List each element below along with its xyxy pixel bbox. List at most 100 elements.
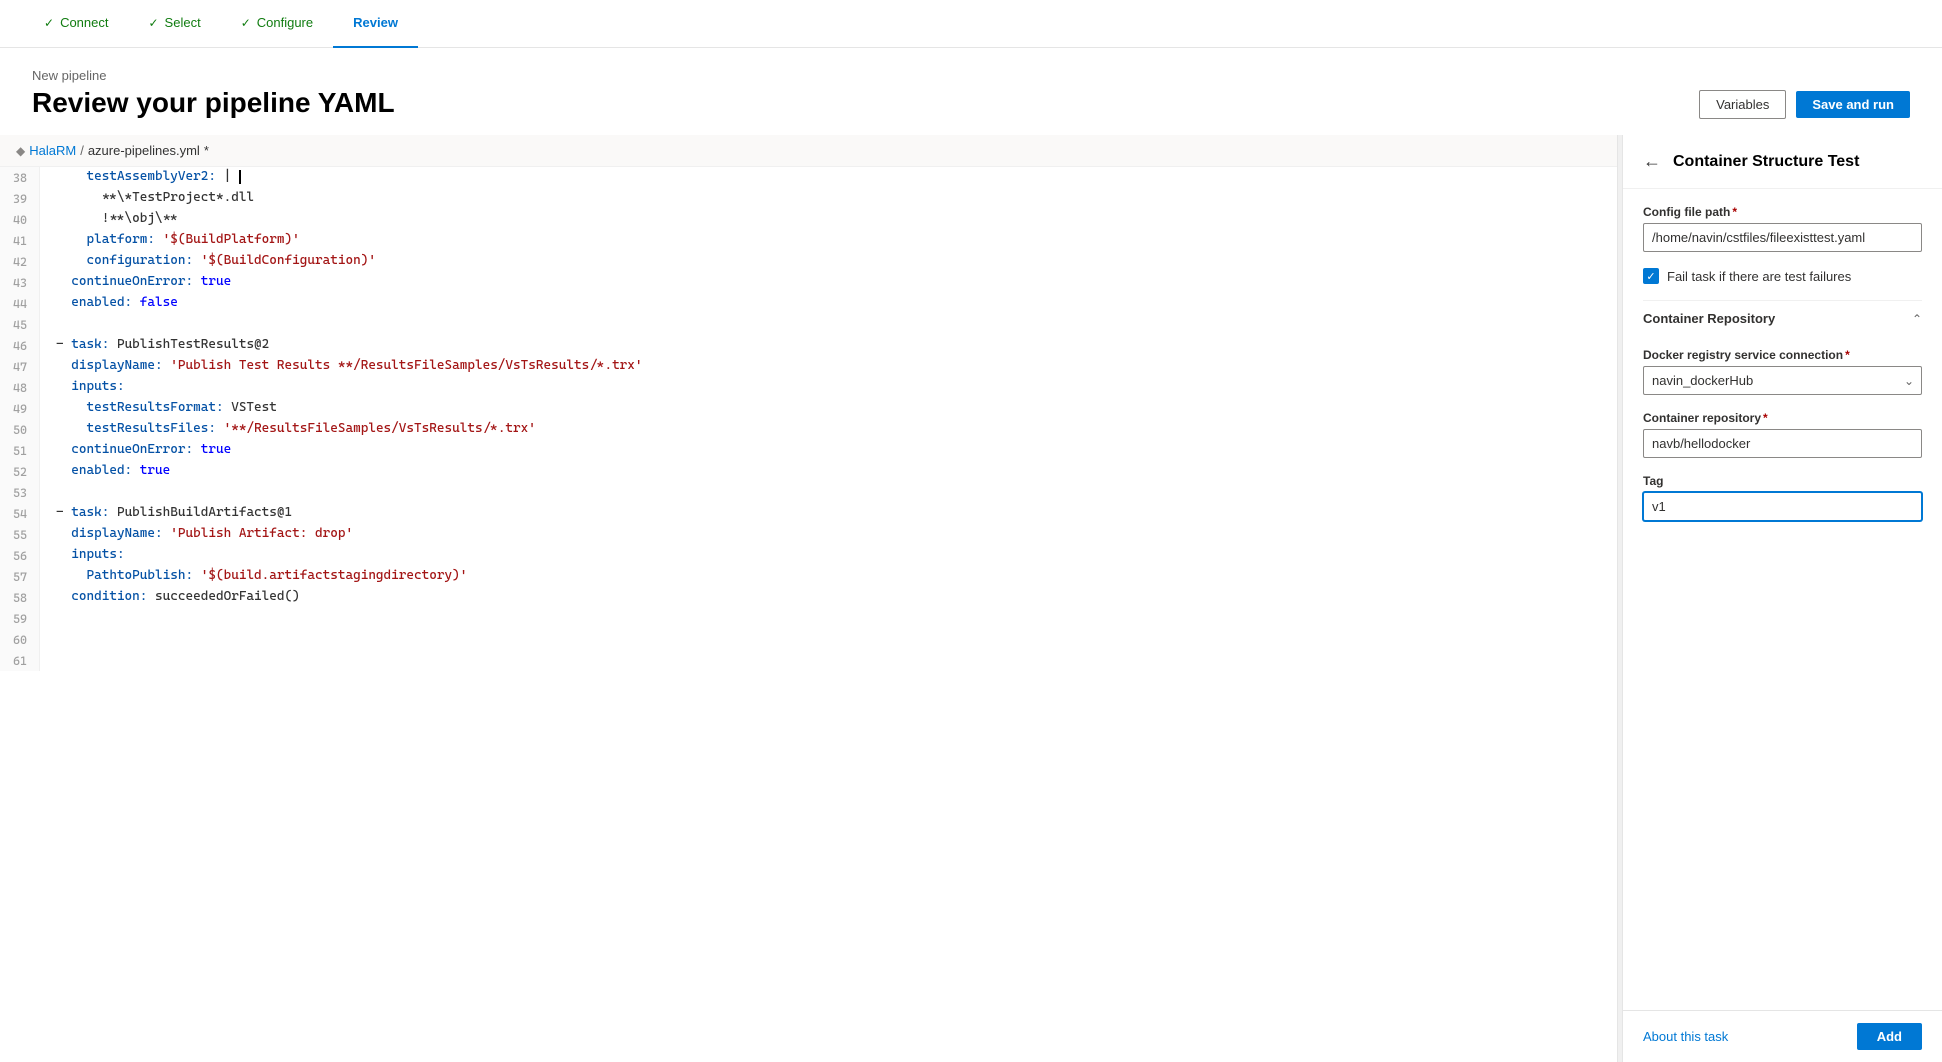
line-content: - task: PublishTestResults@2 [40,335,1617,356]
docker-registry-select-wrapper: navin_dockerHub ⌄ [1643,366,1922,395]
line-content: testResultsFiles: '**/ResultsFileSamples… [40,419,1617,440]
line-content: condition: succeededOrFailed() [40,587,1617,608]
nav-step-configure[interactable]: ✓ Configure [221,0,333,48]
code-editor[interactable]: 38 testAssemblyVer2: | 39 **\*TestProjec… [0,167,1617,1062]
nav-step-select[interactable]: ✓ Select [128,0,220,48]
line-content: testResultsFormat: VSTest [40,398,1617,419]
code-line: 52 enabled: true [0,461,1617,482]
line-number: 59 [0,608,40,629]
config-file-path-input[interactable] [1643,223,1922,252]
line-number: 51 [0,440,40,461]
add-button[interactable]: Add [1857,1023,1922,1050]
line-content: **\*TestProject*.dll [40,188,1617,209]
line-content: - task: PublishBuildArtifacts@1 [40,503,1617,524]
page-header: New pipeline Review your pipeline YAML V… [0,48,1942,135]
nav-step-connect[interactable]: ✓ Connect [24,0,128,48]
code-line: 40 !**\obj\** [0,209,1617,230]
container-repository-group: Container repository* [1643,411,1922,458]
line-number: 61 [0,650,40,671]
code-line: 58 condition: succeededOrFailed() [0,587,1617,608]
line-number: 40 [0,209,40,230]
container-repository-section[interactable]: Container Repository ⌃ [1643,300,1922,336]
breadcrumb-file: azure-pipelines.yml [88,143,200,158]
line-content [40,629,1617,650]
page-header-left: New pipeline Review your pipeline YAML [32,68,395,119]
code-line: 38 testAssemblyVer2: | [0,167,1617,188]
breadcrumb-org[interactable]: HalaRM [29,143,76,158]
line-content: enabled: true [40,461,1617,482]
config-file-path-label: Config file path* [1643,205,1922,219]
line-content: displayName: 'Publish Artifact: drop' [40,524,1617,545]
code-line: 50 testResultsFiles: '**/ResultsFileSamp… [0,419,1617,440]
container-repository-input[interactable] [1643,429,1922,458]
check-icon: ✓ [44,16,54,30]
line-number: 48 [0,377,40,398]
code-area: ◆ HalaRM / azure-pipelines.yml * 38 test… [0,135,1618,1062]
code-line: 49 testResultsFormat: VSTest [0,398,1617,419]
variables-button[interactable]: Variables [1699,90,1786,119]
nav-step-select-label: Select [165,15,201,30]
code-line: 51 continueOnError: true [0,440,1617,461]
nav-step-review-label: Review [353,15,398,30]
header-actions: Variables Save and run [1699,90,1910,119]
about-task-link[interactable]: About this task [1643,1029,1728,1044]
line-number: 42 [0,251,40,272]
line-content: !**\obj\** [40,209,1617,230]
code-line: 53 [0,482,1617,503]
container-repository-section-title: Container Repository [1643,311,1775,326]
line-number: 56 [0,545,40,566]
nav-step-connect-label: Connect [60,15,108,30]
line-number: 54 [0,503,40,524]
save-and-run-button[interactable]: Save and run [1796,91,1910,118]
line-content: continueOnError: true [40,440,1617,461]
page-subtitle: New pipeline [32,68,395,83]
code-line: 42 configuration: '$(BuildConfiguration)… [0,251,1617,272]
line-number: 60 [0,629,40,650]
line-content: displayName: 'Publish Test Results **/Re… [40,356,1617,377]
panel-header: ← Container Structure Test [1623,135,1942,189]
code-line: 61 [0,650,1617,671]
tag-input[interactable] [1643,492,1922,521]
top-navigation: ✓ Connect ✓ Select ✓ Configure Review [0,0,1942,48]
line-content [40,314,1617,335]
back-button[interactable]: ← [1643,151,1661,172]
line-number: 47 [0,356,40,377]
line-number: 58 [0,587,40,608]
line-number: 39 [0,188,40,209]
line-content [40,650,1617,671]
container-repository-label: Container repository* [1643,411,1922,425]
code-line: 54- task: PublishBuildArtifacts@1 [0,503,1617,524]
code-line: 55 displayName: 'Publish Artifact: drop' [0,524,1617,545]
code-line: 41 platform: '$(BuildPlatform)' [0,230,1617,251]
line-number: 44 [0,293,40,314]
nav-step-review[interactable]: Review [333,0,418,48]
line-number: 45 [0,314,40,335]
breadcrumb: ◆ HalaRM / azure-pipelines.yml * [0,135,1617,167]
breadcrumb-modified: * [204,143,209,158]
line-content [40,482,1617,503]
config-file-path-group: Config file path* [1643,205,1922,252]
line-number: 55 [0,524,40,545]
line-number: 46 [0,335,40,356]
code-line: 48 inputs: [0,377,1617,398]
code-line: 44 enabled: false [0,293,1617,314]
docker-registry-select[interactable]: navin_dockerHub [1643,366,1922,395]
code-line: 60 [0,629,1617,650]
diamond-icon: ◆ [16,144,25,158]
breadcrumb-separator: / [80,143,84,158]
line-number: 52 [0,461,40,482]
chevron-down-icon: ⌃ [1912,312,1922,326]
fail-task-checkbox-row: Fail task if there are test failures [1643,268,1922,284]
code-line: 57 PathtoPublish: '$(build.artifactstagi… [0,566,1617,587]
line-number: 41 [0,230,40,251]
fail-task-checkbox[interactable] [1643,268,1659,284]
right-panel: ← Container Structure Test Config file p… [1622,135,1942,1062]
line-content: platform: '$(BuildPlatform)' [40,230,1617,251]
line-number: 38 [0,167,40,188]
line-number: 53 [0,482,40,503]
nav-step-configure-label: Configure [257,15,313,30]
code-line: 45 [0,314,1617,335]
line-number: 50 [0,419,40,440]
tag-group: Tag [1643,474,1922,521]
code-line: 56 inputs: [0,545,1617,566]
